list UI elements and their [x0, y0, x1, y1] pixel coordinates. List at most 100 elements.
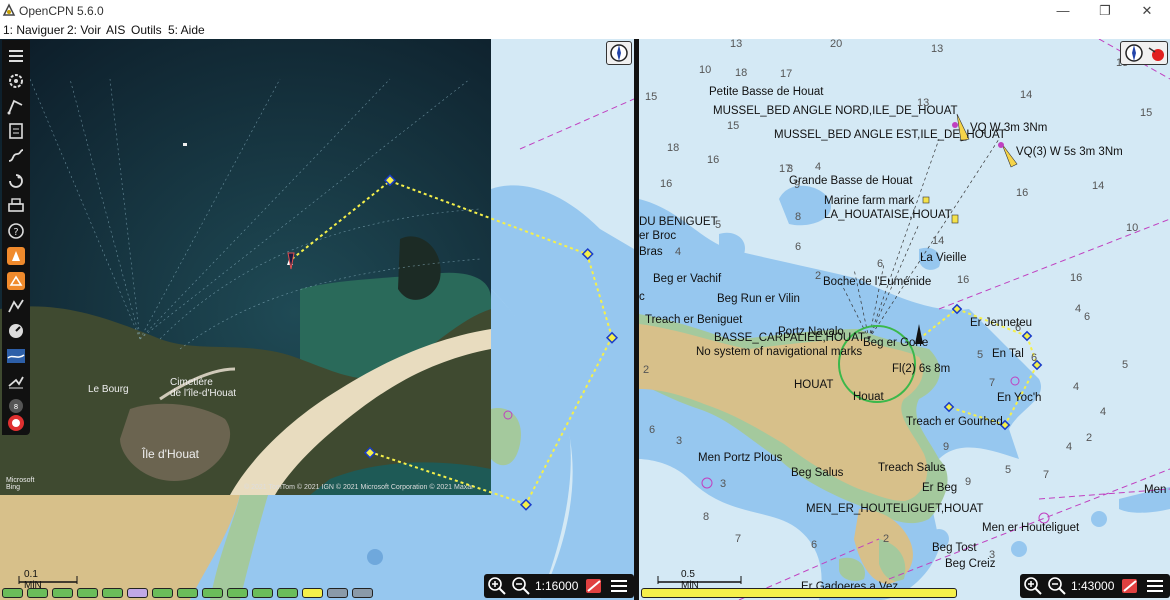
- quilt-chart-2[interactable]: [27, 588, 48, 598]
- restore-button[interactable]: ❐: [1090, 2, 1120, 20]
- label-beg-salus: Beg Salus: [791, 467, 844, 479]
- quilt-chart-9[interactable]: [202, 588, 223, 598]
- settings-icon: [9, 74, 23, 88]
- quilt-chart-10[interactable]: [227, 588, 248, 598]
- label-beg-er-gone: Beg er Gone: [863, 337, 929, 349]
- tool-dashboard[interactable]: [6, 321, 26, 341]
- menu-aide[interactable]: 5: Aide: [168, 23, 205, 37]
- quilt-chart-7[interactable]: [152, 588, 173, 598]
- tool-tide[interactable]: [6, 171, 26, 191]
- zoom-out-icon[interactable]: [1047, 576, 1067, 596]
- quilt-chart-12[interactable]: [277, 588, 298, 598]
- tool-route[interactable]: [6, 96, 26, 116]
- label-en-tal: En Tal: [992, 348, 1024, 360]
- hamburger-menu-icon[interactable]: [609, 576, 629, 596]
- help-icon: ?: [8, 223, 24, 239]
- tool-settings[interactable]: [6, 71, 26, 91]
- tool-ais[interactable]: [6, 246, 26, 266]
- zoom-in-icon[interactable]: [1023, 576, 1043, 596]
- left-chart-canvas[interactable]: Île d'Houat Cimetière de l'île-d'Houat L…: [0, 39, 634, 600]
- tool-chart-bar[interactable]: [6, 346, 26, 366]
- label-houat: Houat: [853, 391, 884, 403]
- minimize-button[interactable]: —: [1048, 2, 1078, 20]
- label-light-fl2: Fl(2) 6s 8m: [892, 363, 951, 375]
- label-en-yoch: En Yoc'h: [997, 392, 1042, 404]
- menu-ais[interactable]: AIS: [106, 23, 125, 37]
- label-bras: Bras: [639, 246, 663, 258]
- quilt-chart-3[interactable]: [52, 588, 73, 598]
- depth-sounding: 14: [1020, 89, 1033, 101]
- tool-route-manager[interactable]: [6, 296, 26, 316]
- quilt-chart-1[interactable]: [2, 588, 23, 598]
- depth-sounding: 5: [1005, 464, 1012, 476]
- quilt-chart-4[interactable]: [77, 588, 98, 598]
- depth-sounding: 5: [977, 349, 984, 361]
- quilt-chart-6[interactable]: [127, 588, 148, 598]
- depth-sounding: 4: [815, 161, 822, 173]
- depth-sounding: 3: [989, 549, 996, 561]
- zoom-in-icon[interactable]: [487, 576, 507, 596]
- menu-voir[interactable]: 2: Voir: [67, 23, 101, 37]
- left-route-overlay: [287, 174, 619, 511]
- depth-sounding: 3: [720, 478, 727, 490]
- depth-sounding: 18: [667, 142, 680, 154]
- quilt-chart-8[interactable]: [177, 588, 198, 598]
- quilt-chart-13[interactable]: [302, 588, 323, 598]
- dashboard-icon: [9, 324, 23, 338]
- ais-icon: [7, 247, 25, 265]
- depth-sounding: 3: [787, 163, 794, 175]
- depth-sounding: 7: [1043, 469, 1050, 481]
- depth-sounding: 9: [794, 179, 801, 191]
- tool-track[interactable]: [6, 146, 26, 166]
- tool-chart[interactable]: [6, 371, 26, 391]
- label-houat-caps: HOUAT: [794, 379, 834, 391]
- depth-sounding: 8: [795, 211, 802, 223]
- tool-help[interactable]: ?: [6, 221, 26, 241]
- right-quilt-chart[interactable]: [641, 588, 957, 598]
- title-bar: OpenCPN 5.6.0 — ❐ ✕: [0, 0, 1170, 22]
- route-manager-icon: [8, 299, 24, 313]
- menu-outils[interactable]: Outils: [131, 23, 162, 37]
- tool-waypoint-list[interactable]: [6, 121, 26, 141]
- window-title: OpenCPN 5.6.0: [19, 4, 104, 18]
- chart-bar-icon: [7, 349, 25, 363]
- right-chart-scale[interactable]: 1:43000: [1071, 579, 1114, 593]
- label-petite-basse: Petite Basse de Houat: [709, 86, 824, 98]
- opencpn-logo-icon: [2, 3, 16, 17]
- depth-sounding: 6: [1031, 352, 1038, 364]
- depth-sounding: 7: [735, 533, 742, 545]
- depth-sounding: 6: [1015, 322, 1022, 334]
- quilt-chart-15[interactable]: [352, 588, 373, 598]
- tool-menu[interactable]: [6, 46, 26, 66]
- gps-status-icon[interactable]: [1145, 42, 1167, 64]
- depth-sounding: 14: [932, 235, 945, 247]
- tool-mob[interactable]: [6, 413, 26, 433]
- depth-sounding: 5: [1122, 359, 1129, 371]
- zoom-out-icon[interactable]: [511, 576, 531, 596]
- menu-bar: 1: Naviguer 2: Voir AIS Outils 5: Aide: [0, 22, 1170, 39]
- chart-type-icon[interactable]: [1120, 576, 1140, 596]
- tool-ais-alert[interactable]: [6, 271, 26, 291]
- left-chart-scale[interactable]: 1:16000: [535, 579, 578, 593]
- hamburger-menu-icon[interactable]: [1145, 576, 1165, 596]
- label-no-system: No system of navigational marks: [696, 346, 863, 358]
- compass-icon[interactable]: [1122, 42, 1146, 64]
- quilt-chart-5[interactable]: [102, 588, 123, 598]
- label-treach-salus: Treach Salus: [878, 462, 946, 474]
- right-chart-canvas[interactable]: Petite Basse de Houat MUSSEL_BED ANGLE N…: [639, 39, 1170, 600]
- chart-type-icon[interactable]: [584, 576, 604, 596]
- label-er-broc: er Broc: [639, 230, 677, 242]
- quilt-chart-14[interactable]: [327, 588, 348, 598]
- depth-sounding: 4: [675, 246, 682, 258]
- menu-naviguer[interactable]: 1: Naviguer: [3, 23, 64, 37]
- tool-print[interactable]: [6, 196, 26, 216]
- depth-sounding: 6: [795, 241, 802, 253]
- left-zoom-controls: 1:16000: [484, 574, 634, 598]
- depth-sounding: 16: [660, 178, 673, 190]
- depth-sounding: 6: [1084, 311, 1091, 323]
- label-er-jenneteu: Er Jenneteu: [970, 317, 1033, 329]
- north-up-compass-button[interactable]: [606, 41, 632, 65]
- close-button[interactable]: ✕: [1132, 2, 1162, 20]
- depth-sounding: 16: [1016, 187, 1029, 199]
- quilt-chart-11[interactable]: [252, 588, 273, 598]
